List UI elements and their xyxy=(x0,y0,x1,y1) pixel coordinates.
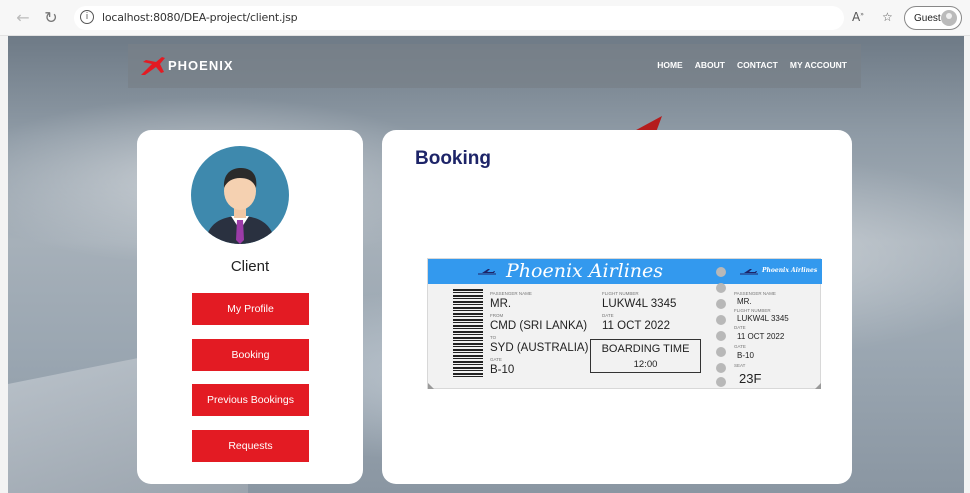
client-panel: Client My Profile Booking Previous Booki… xyxy=(137,130,363,484)
boarding-time-box: BOARDING TIME 12:00 xyxy=(590,339,701,373)
gate-label: GATE xyxy=(490,357,502,362)
read-aloud-icon[interactable]: A» xyxy=(852,10,864,24)
boarding-time-label: BOARDING TIME xyxy=(601,343,690,355)
nav-about[interactable]: ABOUT xyxy=(695,60,725,70)
profile-avatar-icon xyxy=(941,10,957,26)
date-label: DATE xyxy=(602,313,614,318)
airline-name: Phoenix Airlines xyxy=(506,260,664,282)
site-navbar: PHOENIX HOME ABOUT CONTACT MY ACCOUNT xyxy=(128,44,861,88)
passenger-value: MR. xyxy=(490,298,512,310)
from-value: CMD (SRI LANKA) xyxy=(490,320,588,332)
seat-label: SEAT xyxy=(734,363,746,368)
stub-flight-label: FLIGHT NUMBER xyxy=(734,308,771,313)
url-text: localhost:8080/DEA-project/client.jsp xyxy=(102,11,298,24)
info-icon[interactable]: i xyxy=(80,10,94,24)
barcode xyxy=(453,289,483,377)
gate-value: B-10 xyxy=(490,364,515,376)
nav-home[interactable]: HOME xyxy=(657,60,683,70)
from-label: FROM xyxy=(490,313,504,318)
user-avatar-icon xyxy=(205,168,275,244)
page-title: Booking xyxy=(415,148,491,169)
plane-icon xyxy=(478,269,496,275)
avatar xyxy=(191,146,289,244)
my-profile-button[interactable]: My Profile xyxy=(192,293,309,325)
seat-value: 23F xyxy=(739,371,762,386)
passenger-label: PASSENGER NAME xyxy=(490,291,532,296)
to-label: TO xyxy=(490,335,497,340)
plane-logo-icon xyxy=(141,57,165,75)
reload-icon[interactable]: ↻ xyxy=(42,9,60,27)
date-value: 11 OCT 2022 xyxy=(602,320,670,332)
address-bar[interactable]: i localhost:8080/DEA-project/client.jsp xyxy=(74,6,844,30)
favorites-icon[interactable]: ☆ xyxy=(882,10,893,24)
stub-gate-value: B-10 xyxy=(737,351,754,360)
browser-toolbar: ← ↻ i localhost:8080/DEA-project/client.… xyxy=(0,0,970,36)
client-title: Client xyxy=(230,258,270,275)
stub-date-label: DATE xyxy=(734,325,746,330)
nav-my-account[interactable]: MY ACCOUNT xyxy=(790,60,847,70)
to-value: SYD (AUSTRALIA) xyxy=(490,342,589,354)
flight-value: LUKW4L 3345 xyxy=(602,298,677,310)
stub-date-value: 11 OCT 2022 xyxy=(737,332,785,341)
booking-button[interactable]: Booking xyxy=(192,339,309,371)
profile-button[interactable]: Guest xyxy=(904,6,962,30)
stub-passenger-value: MR. xyxy=(737,297,752,306)
booking-panel: Booking Phoenix Airlines Phoenix Airline… xyxy=(382,130,852,484)
main-menu: HOME ABOUT CONTACT MY ACCOUNT xyxy=(657,60,847,70)
back-arrow-icon[interactable]: ← xyxy=(14,9,32,27)
logo-text: PHOENIX xyxy=(168,58,234,73)
stub-gate-label: GATE xyxy=(734,344,746,349)
stub-flight-value: LUKW4L 3345 xyxy=(737,314,789,323)
requests-button[interactable]: Requests xyxy=(192,430,309,462)
flight-label: FLIGHT NUMBER xyxy=(602,291,639,296)
boarding-pass: Phoenix Airlines Phoenix Airlines PASSEN… xyxy=(427,258,822,389)
stub-passenger-label: PASSENGER NAME xyxy=(734,291,776,296)
plane-icon-stub xyxy=(740,269,758,275)
boarding-time-value: 12:00 xyxy=(633,359,658,370)
airline-name-stub: Phoenix Airlines xyxy=(762,267,818,274)
nav-contact[interactable]: CONTACT xyxy=(737,60,778,70)
profile-label: Guest xyxy=(914,13,941,24)
ticket-header: Phoenix Airlines Phoenix Airlines xyxy=(428,259,822,284)
previous-bookings-button[interactable]: Previous Bookings xyxy=(192,384,309,416)
